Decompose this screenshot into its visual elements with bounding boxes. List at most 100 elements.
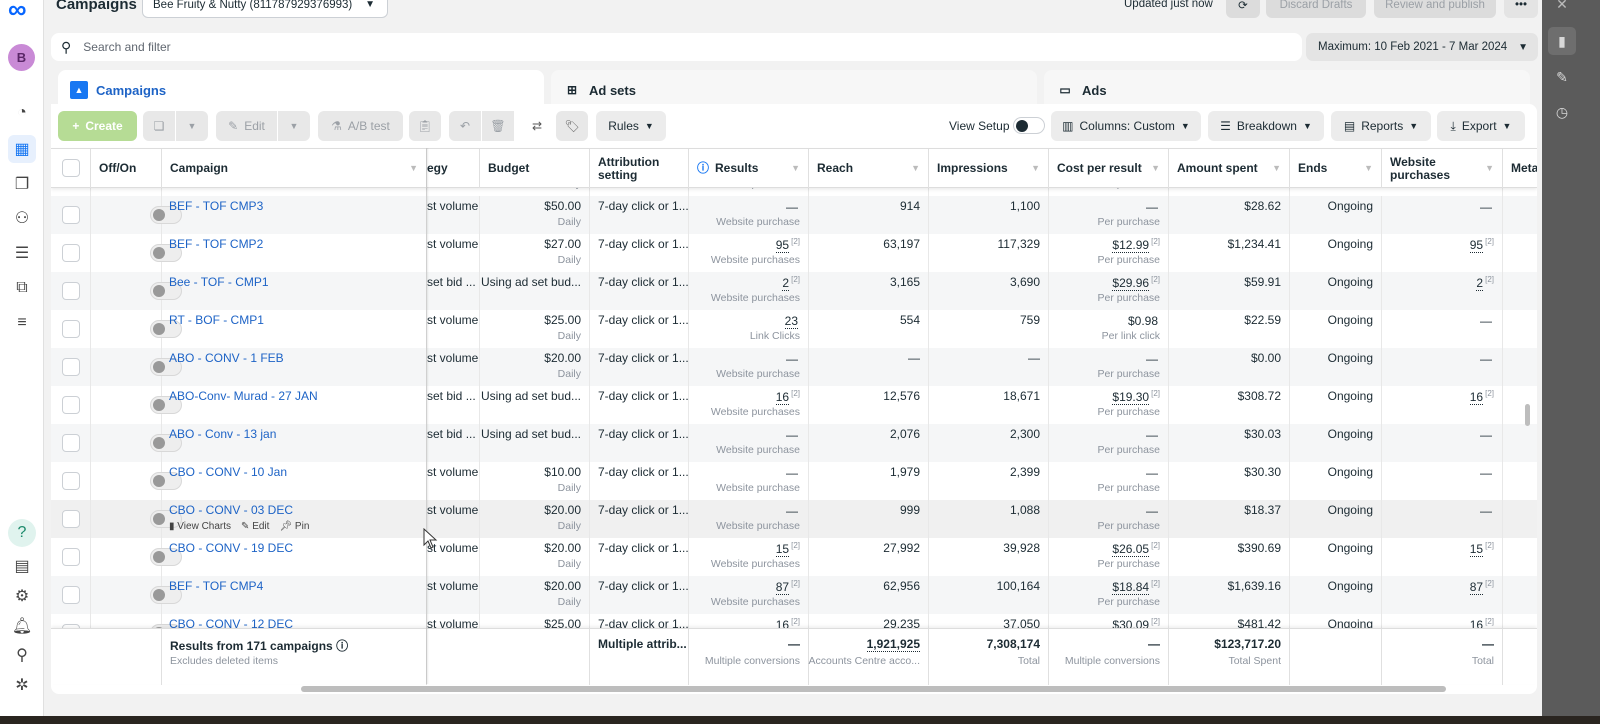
edit-button[interactable]: ✎ Edit [216, 111, 277, 141]
column-header-website-purchases[interactable]: Website purchases ▼ [1382, 149, 1503, 188]
columns-button[interactable]: ▥ Columns: Custom ▼ [1051, 111, 1201, 141]
campaign-name-link[interactable]: BEF - TOF CMP2 [169, 237, 263, 251]
column-header-cost-per-result[interactable]: Cost per result ▼ [1049, 149, 1169, 188]
duplicate-dropdown[interactable]: ▼ [176, 111, 208, 141]
review-publish-button[interactable]: Review and publish [1374, 0, 1496, 18]
campaign-name-link[interactable]: ABO - Conv - 13 jan [169, 427, 276, 441]
row-checkbox[interactable] [62, 206, 80, 224]
table-row[interactable]: BEF - TOF CMP2 st volume $27.00 Daily 7-day … [51, 234, 1537, 272]
column-header-amount-spent[interactable]: Amount spent ▼ [1169, 149, 1290, 188]
view-setup-toggle[interactable] [1013, 117, 1045, 134]
clock-icon[interactable]: ◷ [1548, 98, 1576, 126]
close-icon[interactable]: ✕ [1548, 0, 1576, 18]
more-button[interactable]: ••• [1504, 0, 1538, 18]
meta-logo-icon[interactable]: ∞ [8, 0, 27, 25]
row-checkbox[interactable] [62, 282, 80, 300]
row-checkbox[interactable] [62, 358, 80, 376]
bug-icon[interactable]: ✲ [8, 671, 36, 699]
column-header-budget[interactable]: Budget [480, 149, 590, 188]
horizontal-scrollbar[interactable] [301, 686, 1446, 692]
table-row[interactable]: ABO - Conv - 13 jan set bid ... Using ad s… [51, 424, 1537, 462]
reports-button[interactable]: ▤ Reports ▼ [1331, 111, 1431, 141]
pages-icon[interactable]: ❐ [8, 170, 36, 198]
table-row[interactable]: ABO-Conv- Murad - 27 JAN set bid ... Using… [51, 386, 1537, 424]
pencil-icon[interactable]: ✎ [1548, 63, 1576, 91]
row-checkbox[interactable] [62, 586, 80, 604]
sort-icon[interactable]: ▼ [1031, 162, 1040, 175]
help-icon[interactable]: ? [8, 519, 36, 547]
duplicate-button[interactable]: ❏ [143, 111, 175, 141]
avatar[interactable]: B [8, 44, 35, 71]
breakdown-button[interactable]: ☰ Breakdown ▼ [1208, 111, 1324, 141]
table-icon[interactable]: ▦ [8, 135, 36, 163]
sort-icon[interactable]: ▼ [1485, 162, 1494, 175]
edit-action[interactable]: ✎ Edit [241, 521, 269, 532]
clipboard-button[interactable]: 📋︎ [409, 111, 441, 141]
campaign-name-link[interactable]: ABO - CONV - 1 FEB [169, 351, 284, 365]
column-header-offon[interactable]: Off/On [91, 149, 162, 188]
export-draft-button[interactable]: ⇄ [521, 111, 553, 141]
campaign-name-link[interactable]: BEF - TOF CMP3 [169, 199, 263, 213]
rules-button[interactable]: Rules ▼ [596, 111, 666, 141]
column-header-campaign[interactable]: Campaign ▼ [162, 149, 427, 188]
undo-button[interactable]: ↶ [449, 111, 481, 141]
gauge-icon[interactable]: ◔ [8, 99, 36, 127]
search-icon[interactable]: ⚲ [8, 641, 36, 669]
column-header-strategy[interactable]: egy [427, 149, 480, 188]
row-checkbox[interactable] [62, 548, 80, 566]
row-checkbox[interactable] [62, 472, 80, 490]
bell-icon[interactable]: 🔔︎ [8, 612, 36, 640]
campaign-name-link[interactable]: CBO - CONV - 03 DEC [169, 503, 293, 517]
row-checkbox[interactable] [62, 434, 80, 452]
sort-icon[interactable]: ▼ [911, 162, 920, 175]
campaign-name-link[interactable]: BEF - TOF CMP4 [169, 579, 263, 593]
sort-icon[interactable]: ▼ [1272, 162, 1281, 175]
news-icon[interactable]: ▤ [8, 552, 36, 580]
sort-icon[interactable]: ▼ [1151, 162, 1160, 175]
delete-button[interactable]: 🗑︎ [482, 111, 514, 141]
sort-icon[interactable]: ▼ [791, 162, 800, 175]
row-checkbox[interactable] [62, 320, 80, 338]
row-checkbox[interactable] [62, 244, 80, 262]
campaign-name-link[interactable]: RT - BOF - CMP1 [169, 313, 264, 327]
view-charts-action[interactable]: ▮ View Charts [169, 521, 231, 532]
menu-icon[interactable]: ≡ [8, 309, 36, 337]
audiences-icon[interactable]: ⚇ [8, 204, 36, 232]
campaign-name-link[interactable]: CBO - CONV - 10 Jan [169, 465, 287, 479]
table-row[interactable]: CBO - CONV - 10 Jan st volume $10.00 Daily 7… [51, 462, 1537, 500]
search-input[interactable] [83, 40, 684, 54]
refresh-button[interactable]: ⟳ [1226, 0, 1260, 18]
chart-icon[interactable]: ▮ [1548, 27, 1576, 55]
campaign-name-link[interactable]: ABO-Conv- Murad - 27 JAN [169, 389, 318, 403]
column-header-results[interactable]: ⓘ Results ▼ [689, 149, 809, 188]
table-row[interactable]: ABO - CONV - 1 FEB st volume $20.00 Daily 7-… [51, 348, 1537, 386]
table-row[interactable]: Bee - TOF - CMP1 set bid ... Using ad set … [51, 272, 1537, 310]
row-checkbox[interactable] [62, 396, 80, 414]
info-icon[interactable]: ⓘ [336, 639, 348, 653]
row-checkbox[interactable] [62, 510, 80, 528]
sort-icon[interactable]: ▼ [1364, 162, 1373, 175]
table-row[interactable]: CBO - CONV - 19 DEC st volume $20.00 Daily 7… [51, 538, 1537, 576]
export-button[interactable]: ⤓ Export ▼ [1437, 111, 1525, 141]
tag-button[interactable]: 🏷︎ [556, 111, 588, 141]
table-row[interactable]: RT - BOF - CMP1 st volume $25.00 Daily 7-day… [51, 310, 1537, 348]
column-header-meta[interactable]: Meta [1503, 149, 1537, 188]
vertical-scrollbar[interactable] [1525, 404, 1530, 426]
table-row[interactable]: BEF - TOF CMP3 st volume $50.00 Daily 7-day … [51, 196, 1537, 234]
pin-action[interactable]: 📌︎ Pin [279, 521, 309, 532]
billing-icon[interactable]: ☰ [8, 239, 36, 267]
campaign-name-link[interactable]: CBO - CONV - 19 DEC [169, 541, 293, 555]
search-bar[interactable]: ⚲ [51, 33, 1302, 61]
gear-icon[interactable]: ⚙ [8, 582, 36, 610]
date-range-picker[interactable]: Maximum: 10 Feb 2021 - 7 Mar 2024 ▼ [1306, 33, 1538, 61]
edit-dropdown[interactable]: ▼ [278, 111, 310, 141]
column-header-impressions[interactable]: Impressions ▼ [929, 149, 1049, 188]
table-row[interactable]: BEF - TOF CMP4 st volume $20.00 Daily 7-day … [51, 576, 1537, 614]
campaign-name-link[interactable]: Bee - TOF - CMP1 [169, 275, 269, 289]
table-row[interactable]: CBO - CONV - 12 DEC st volume$25.00Daily 7… [51, 614, 1537, 628]
account-select[interactable]: Bee Fruity & Nutty (811787929376993) ▼ [142, 0, 388, 18]
catalog-icon[interactable]: ⧉ [8, 274, 36, 302]
column-header-ends[interactable]: Ends ▼ [1290, 149, 1382, 188]
column-header-attribution[interactable]: Attribution setting [590, 149, 689, 188]
discard-drafts-button[interactable]: Discard Drafts [1266, 0, 1366, 18]
